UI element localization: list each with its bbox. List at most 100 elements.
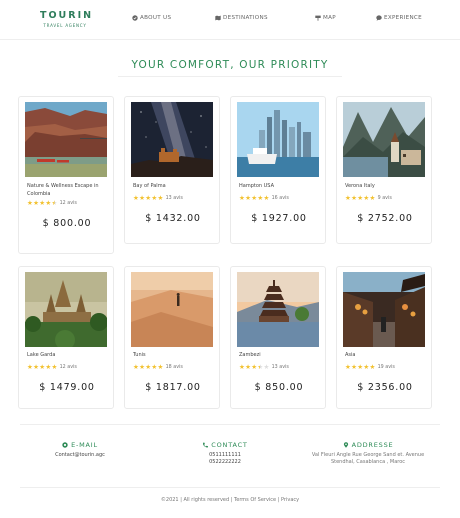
footer-phone[interactable]: 0522222222 [170, 459, 280, 466]
star-icon: ★ [263, 194, 270, 202]
nav-item-about-us[interactable]: ABOUT US [132, 15, 171, 21]
terms-link[interactable]: Terms Of Service [234, 497, 276, 503]
star-icon: ★ [357, 194, 364, 202]
review-count: 18 avis [165, 365, 183, 370]
star-icon: ★ [239, 194, 245, 202]
review-count: 12 avis [59, 365, 77, 370]
star-icon: ★ [357, 363, 364, 371]
star-icon: ★ [351, 194, 357, 202]
destination-card[interactable]: Bay of Palma ★ ★ ★ ★ ★ 13 avis $ 1432.00 [124, 96, 220, 244]
footer-phone[interactable]: 0511111111 [170, 452, 280, 459]
footer-address-title: ADDRESSE [351, 441, 394, 449]
copyright-text: ©2021 | All rights reserved | [160, 497, 233, 503]
map-icon [215, 15, 221, 21]
footer-contact-heading: CONTACT [170, 441, 280, 449]
star-rating: ★ ★ ★ ★ ★ 13 avis [133, 195, 183, 202]
destination-name: Nature & Wellness Escape in Colombia [27, 183, 99, 197]
star-icon: ★ [51, 363, 58, 371]
footer-divider [20, 424, 440, 425]
footer-email: E-MAIL Contact@tourin.agc [20, 441, 140, 459]
star-icon: ★ [33, 363, 39, 371]
privacy-link[interactable]: Privacy [281, 497, 299, 503]
star-icon: ★ [27, 199, 33, 207]
star-rating: ★ ★ ★ ★ ★ 13 avis [239, 364, 289, 371]
star-icon: ★ [263, 363, 270, 371]
review-count: 19 avis [377, 365, 395, 370]
star-icon: ★ [133, 363, 139, 371]
brand-name: TOURIN [40, 10, 94, 21]
star-rating: ★ ★ ★ ★ ★ 19 avis [345, 364, 395, 371]
star-icon: ★ [33, 199, 39, 207]
destination-name: Hampton USA [239, 183, 274, 189]
destination-card[interactable]: Zambezi ★ ★ ★ ★ ★ 13 avis $ 850.00 [230, 266, 326, 409]
destination-photo [25, 272, 107, 347]
footer-address-line: Val Fleuri Angle Rue George Sand et. Ave… [311, 452, 425, 458]
nav-item-destinations[interactable]: DESTINATIONS [215, 15, 268, 21]
destination-card[interactable]: Asia ★ ★ ★ ★ ★ 19 avis $ 2356.00 [336, 266, 432, 409]
star-icon: ★ [139, 363, 145, 371]
destination-card[interactable]: Lake Garda ★ ★ ★ ★ ★ 12 avis $ 1479.00 [18, 266, 114, 409]
footer-contact: CONTACT 0511111111 0522222222 [170, 441, 280, 466]
destination-price: $ 1817.00 [145, 382, 201, 393]
star-icon: ★ [39, 199, 46, 207]
star-icon: ★ [145, 194, 152, 202]
star-rating: ★ ★ ★ ★ ★ 16 avis [239, 195, 289, 202]
star-icon: ★ [257, 363, 264, 371]
check-circle-icon [132, 15, 138, 21]
nav-item-map[interactable]: MAP [315, 15, 336, 21]
destination-name: Bay of Palma [133, 183, 166, 189]
star-icon: ★ [157, 363, 164, 371]
star-icon: ★ [39, 363, 46, 371]
nav-item-experience[interactable]: EXPERIENCE [376, 15, 422, 21]
destination-card[interactable]: Tunis ★ ★ ★ ★ ★ 18 avis $ 1817.00 [124, 266, 220, 409]
nav-label: DESTINATIONS [223, 15, 268, 21]
star-icon: ★ [151, 363, 158, 371]
star-icon: ★ [351, 363, 357, 371]
destination-name: Tunis [133, 352, 146, 358]
destination-photo [131, 272, 213, 347]
destination-price: $ 2356.00 [357, 382, 413, 393]
destination-photo [237, 272, 319, 347]
nav-label: EXPERIENCE [384, 15, 422, 21]
map-pin-icon [343, 442, 348, 448]
footer-email-value[interactable]: Contact@tourin.agc [20, 452, 140, 459]
destination-price: $ 1479.00 [39, 382, 95, 393]
destination-card[interactable]: Nature & Wellness Escape in Colombia ★ ★ ★ ★… [18, 96, 114, 254]
star-icon: ★ [363, 363, 370, 371]
star-icon: ★ [251, 194, 258, 202]
star-icon: ★ [133, 194, 139, 202]
destination-card[interactable]: Hampton USA ★ ★ ★ ★ ★ 16 avis $ 1927.00 [230, 96, 326, 244]
star-icon: ★ [251, 363, 258, 371]
brand-logo[interactable]: TOURIN TRAVEL AGENCY [40, 10, 94, 28]
star-icon: ★ [45, 199, 52, 207]
destination-price: $ 850.00 [254, 382, 304, 393]
star-icon: ★ [27, 363, 33, 371]
destination-name: Asia [345, 352, 356, 358]
footer-address-heading: ADDRESSE [296, 441, 440, 449]
review-count: 12 avis [59, 201, 77, 206]
at-icon [62, 442, 68, 448]
destination-name: Verona Italy [345, 183, 375, 189]
destination-card[interactable]: Verona Italy ★ ★ ★ ★ ★ 9 avis $ 2752.00 [336, 96, 432, 244]
destination-name: Lake Garda [27, 352, 56, 358]
star-icon: ★ [45, 363, 52, 371]
footer-email-heading: E-MAIL [20, 441, 140, 449]
star-icon: ★ [245, 363, 251, 371]
star-icon: ★ [363, 194, 370, 202]
title-divider [118, 76, 342, 77]
destination-photo [25, 102, 107, 177]
nav-label: MAP [323, 15, 336, 21]
star-rating: ★ ★ ★ ★ ★ 12 avis [27, 364, 77, 371]
star-icon: ★ [51, 199, 58, 207]
site-header: TOURIN TRAVEL AGENCY ABOUT US DESTINATIO… [0, 0, 460, 40]
destination-price: $ 1927.00 [251, 213, 307, 224]
destination-photo [131, 102, 213, 177]
chat-icon [376, 15, 382, 21]
review-count: 9 avis [377, 196, 392, 201]
destination-photo [343, 102, 425, 177]
footer-contact-title: CONTACT [211, 441, 248, 449]
signpost-icon [315, 15, 321, 21]
footer-address: ADDRESSE Val Fleuri Angle Rue George San… [296, 441, 440, 466]
star-icon: ★ [369, 194, 376, 202]
review-count: 16 avis [271, 196, 289, 201]
